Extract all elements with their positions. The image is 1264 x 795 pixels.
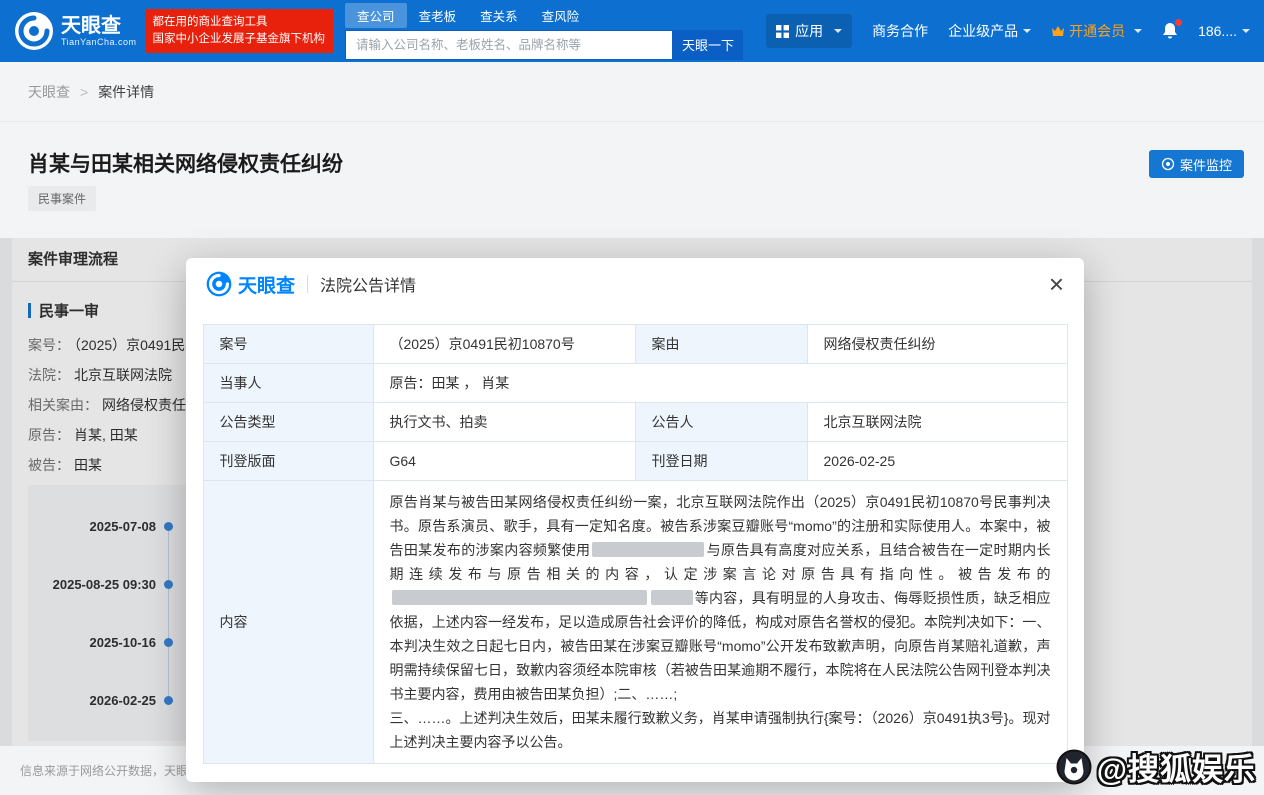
- breadcrumb: 天眼查 > 案件详情: [0, 62, 1264, 122]
- notification-bell[interactable]: [1162, 19, 1183, 40]
- label-parties: 当事人: [202, 363, 374, 403]
- announcement-content: 原告肖某与被告田某网络侵权责任纠纷一案，北京互联网法院作出（2025）京0491…: [372, 480, 1068, 764]
- breadcrumb-home[interactable]: 天眼查: [28, 82, 70, 102]
- account-menu[interactable]: 186....: [1198, 23, 1250, 39]
- search-button[interactable]: 天眼一下: [673, 29, 744, 60]
- search-tabs: 查公司 查老板 查关系 查风险: [345, 2, 743, 28]
- label-case-no: 案号: [202, 324, 374, 364]
- table-row: 案号 （2025）京0491民初10870号 案由 网络侵权责任纠纷: [202, 324, 1068, 364]
- announcement-table: 案号 （2025）京0491民初10870号 案由 网络侵权责任纠纷 当事人 原…: [202, 324, 1068, 764]
- modal-brand-name: 天眼查: [238, 275, 296, 297]
- redacted-text: [650, 590, 693, 605]
- label-publish-date: 刊登日期: [634, 441, 808, 481]
- nav-business-cooperation[interactable]: 商务合作: [872, 21, 928, 41]
- slogan-line-1: 都在用的商业查询工具: [152, 16, 268, 28]
- search-input[interactable]: [345, 29, 674, 60]
- value-case-no: （2025）京0491民初10870号: [372, 324, 636, 364]
- notification-dot: [1175, 19, 1183, 26]
- value-publish-date: 2026-02-25: [806, 441, 1068, 481]
- apps-grid-icon: [776, 24, 790, 38]
- search-row: 天眼一下: [345, 29, 744, 60]
- apps-menu-label: 应用: [795, 23, 824, 39]
- tab-search-relation[interactable]: 查关系: [468, 3, 530, 28]
- label-announcer: 公告人: [634, 402, 808, 442]
- monitor-icon: [1161, 157, 1175, 171]
- modal-brand: 天眼查: [206, 271, 295, 298]
- court-announcement-modal: 天眼查 法院公告详情 × 案号 （2025）京0491民初10870号 案由 网…: [186, 258, 1084, 782]
- case-monitor-button[interactable]: 案件监控: [1148, 150, 1244, 178]
- case-type-badge: 民事案件: [28, 186, 97, 211]
- header-divider: [307, 275, 309, 293]
- breadcrumb-separator: >: [80, 83, 89, 100]
- page: 天眼查 TianYanCha.com 都在用的商业查询工具 国家中小企业发展子基…: [0, 0, 1264, 795]
- crown-icon: [1052, 26, 1065, 36]
- value-publish-page: G64: [372, 441, 636, 481]
- top-header: 天眼查 TianYanCha.com 都在用的商业查询工具 国家中小企业发展子基…: [0, 0, 1264, 62]
- brand-domain: TianYanCha.com: [61, 37, 137, 47]
- nav-enterprise-products[interactable]: 企业级产品: [948, 21, 1032, 41]
- page-title: 肖某与田某相关网络侵权责任纠纷: [28, 153, 343, 176]
- account-label: 186....: [1198, 23, 1237, 39]
- chevron-down-icon: [1242, 29, 1250, 33]
- redacted-text: [592, 542, 705, 557]
- tianyancha-logo[interactable]: 天眼查 TianYanCha.com: [14, 11, 137, 51]
- tianyancha-logo-icon: [206, 271, 232, 297]
- value-announcement-type: 执行文书、拍卖: [372, 402, 636, 442]
- breadcrumb-current: 案件详情: [98, 83, 155, 100]
- close-icon[interactable]: ×: [1049, 271, 1064, 297]
- tab-search-risk[interactable]: 查风险: [530, 3, 592, 28]
- table-row: 公告类型 执行文书、拍卖 公告人 北京互联网法院: [202, 402, 1068, 442]
- brand-name: 天眼查: [61, 15, 121, 37]
- nav-enterprise-products-label: 企业级产品: [948, 23, 1019, 39]
- table-row: 当事人 原告：田某 ， 肖某: [202, 363, 1068, 403]
- value-cause: 网络侵权责任纠纷: [806, 324, 1068, 364]
- chevron-down-icon: [834, 29, 843, 33]
- table-row: 刊登版面 G64 刊登日期 2026-02-25: [202, 441, 1068, 481]
- table-row: 内容 原告肖某与被告田某网络侵权责任纠纷一案，北京互联网法院作出（2025）京0…: [202, 480, 1068, 764]
- header-search-area: 查公司 查老板 查关系 查风险 天眼一下: [345, 2, 744, 60]
- nav-business-cooperation-label: 商务合作: [872, 23, 929, 39]
- brand-slogan-badge: 都在用的商业查询工具 国家中小企业发展子基金旗下机构: [144, 9, 334, 53]
- nav-open-membership-label: 开通会员: [1069, 23, 1126, 39]
- nav-open-membership[interactable]: 开通会员: [1051, 21, 1143, 41]
- brand-text: 天眼查 TianYanCha.com: [61, 15, 137, 47]
- tab-search-company[interactable]: 查公司: [345, 2, 407, 28]
- modal-header: 天眼查 法院公告详情 ×: [186, 258, 1084, 310]
- case-monitor-label: 案件监控: [1179, 157, 1232, 173]
- slogan-line-2: 国家中小企业发展子基金旗下机构: [152, 33, 326, 45]
- modal-title: 法院公告详情: [320, 278, 417, 295]
- label-publish-page: 刊登版面: [202, 441, 374, 481]
- label-content: 内容: [202, 480, 374, 764]
- label-announcement-type: 公告类型: [202, 402, 374, 442]
- redacted-text: [391, 590, 647, 605]
- title-section: 肖某与田某相关网络侵权责任纠纷 民事案件 案件监控: [0, 122, 1264, 238]
- header-nav: 应用 商务合作 企业级产品 开通会员 186....: [766, 14, 1264, 48]
- chevron-down-icon: [1134, 29, 1143, 33]
- tianyancha-logo-icon: [15, 12, 53, 50]
- apps-menu[interactable]: 应用: [766, 14, 853, 48]
- label-cause: 案由: [634, 324, 808, 364]
- value-announcer: 北京互联网法院: [806, 402, 1068, 442]
- value-parties: 原告：田某 ， 肖某: [372, 363, 1068, 403]
- chevron-down-icon: [1023, 29, 1032, 33]
- tab-search-boss[interactable]: 查老板: [407, 3, 469, 28]
